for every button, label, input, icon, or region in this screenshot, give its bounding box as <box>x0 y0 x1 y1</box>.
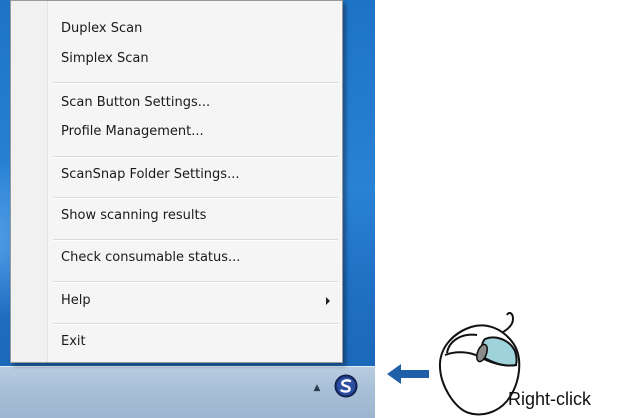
menu-separator <box>53 281 338 283</box>
scansnap-manager-icon[interactable] <box>333 373 359 399</box>
menu-item-scan-button-settings[interactable]: Scan Button Settings... <box>13 92 340 114</box>
up-triangle-icon: ▲ <box>313 383 321 393</box>
menu-item-label: Help <box>61 293 91 308</box>
menu-item-show-scanning-results[interactable]: Show scanning results <box>13 205 340 227</box>
menu-item-scansnap-folder-settings[interactable]: ScanSnap Folder Settings... <box>13 164 340 186</box>
menu-separator <box>53 156 338 158</box>
menu-item-label: Simplex Scan <box>61 51 149 66</box>
menu-separator <box>53 239 338 241</box>
show-hidden-icons-button[interactable]: ▲ <box>311 383 323 393</box>
menu-separator <box>53 82 338 84</box>
menu-item-label: Profile Management... <box>61 124 204 139</box>
context-menu: Duplex Scan Simplex Scan Scan Button Set… <box>10 0 343 363</box>
menu-item-label: ScanSnap Folder Settings... <box>61 167 240 182</box>
menu-item-help[interactable]: Help <box>13 290 340 312</box>
menu-item-duplex-scan[interactable]: Duplex Scan <box>13 18 340 40</box>
menu-separator <box>53 197 338 199</box>
menu-item-exit[interactable]: Exit <box>13 331 340 353</box>
menu-item-check-consumable-status[interactable]: Check consumable status... <box>13 247 340 269</box>
menu-item-label: Exit <box>61 334 86 349</box>
screenshot-stage: ▲ Duplex Scan Simplex Scan Scan Button S… <box>0 0 619 418</box>
menu-item-profile-management[interactable]: Profile Management... <box>13 121 340 143</box>
right-click-caption: Right-click <box>508 389 592 409</box>
menu-item-label: Duplex Scan <box>61 21 143 36</box>
submenu-arrow-icon <box>326 297 330 305</box>
menu-item-label: Check consumable status... <box>61 250 241 265</box>
menu-separator <box>53 323 338 325</box>
menu-item-label: Scan Button Settings... <box>61 95 211 110</box>
menu-item-simplex-scan[interactable]: Simplex Scan <box>13 48 340 70</box>
menu-item-label: Show scanning results <box>61 208 207 223</box>
